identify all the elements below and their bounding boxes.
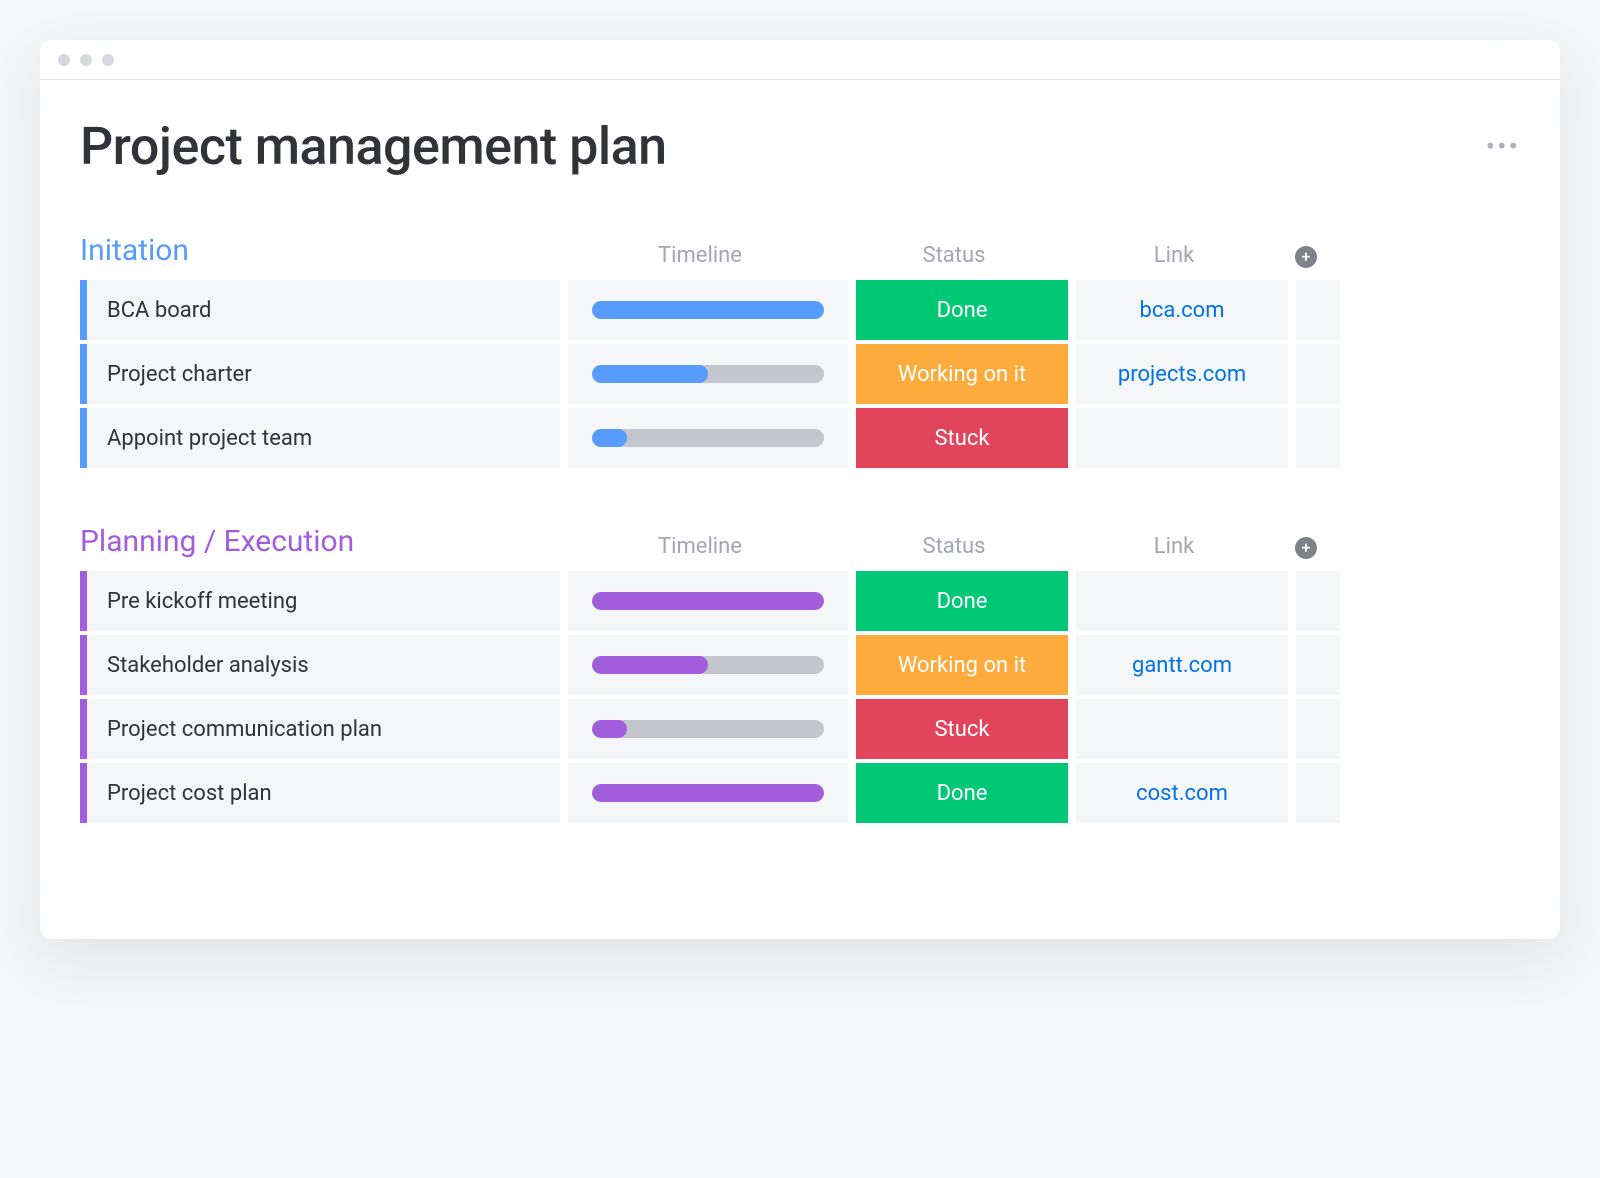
row-end-cell <box>1296 635 1340 695</box>
board-content: Project management plan ••• InitationTim… <box>40 80 1560 939</box>
timeline-fill <box>592 656 708 674</box>
link-anchor[interactable]: cost.com <box>1136 781 1228 806</box>
link-cell[interactable]: bca.com <box>1076 280 1288 340</box>
status-cell[interactable]: Working on it <box>856 344 1068 404</box>
row-end-cell <box>1296 344 1340 404</box>
timeline-track <box>592 429 824 447</box>
item-name-cell[interactable]: Pre kickoff meeting <box>80 571 560 631</box>
item-name: BCA board <box>107 298 211 323</box>
link-cell[interactable] <box>1076 571 1288 631</box>
group-planning-execution: Planning / ExecutionTimelineStatusLink+P… <box>80 524 1520 823</box>
row-end-cell <box>1296 571 1340 631</box>
item-name: Project charter <box>107 362 252 387</box>
group-initation: InitationTimeline Status Link + BCA board Don… <box>80 233 1520 468</box>
link-cell[interactable] <box>1076 699 1288 759</box>
column-header-link[interactable]: Link <box>1068 534 1280 559</box>
group-title[interactable]: Planning / Execution <box>80 524 560 559</box>
link-cell[interactable]: cost.com <box>1076 763 1288 823</box>
status-cell[interactable]: Stuck <box>856 408 1068 468</box>
item-name-cell[interactable]: BCA board <box>80 280 560 340</box>
timeline-cell[interactable] <box>568 635 848 695</box>
timeline-track <box>592 592 824 610</box>
add-column-icon[interactable]: + <box>1295 537 1317 559</box>
link-cell[interactable]: gantt.com <box>1076 635 1288 695</box>
status-label: Working on it <box>898 362 1026 387</box>
timeline-fill <box>592 784 824 802</box>
table-row: Pre kickoff meeting Done <box>80 571 1520 631</box>
board-header: Project management plan ••• <box>80 116 1520 177</box>
timeline-track <box>592 656 824 674</box>
timeline-track <box>592 720 824 738</box>
row-end-cell <box>1296 763 1340 823</box>
link-cell[interactable]: projects.com <box>1076 344 1288 404</box>
item-name: Appoint project team <box>107 426 312 451</box>
table-row: Project communication plan Stuck <box>80 699 1520 759</box>
column-header-timeline[interactable]: Timeline <box>560 534 840 559</box>
add-column-cell: + <box>1280 537 1332 559</box>
status-label: Working on it <box>898 653 1026 678</box>
status-cell[interactable]: Done <box>856 763 1068 823</box>
timeline-cell[interactable] <box>568 344 848 404</box>
status-cell[interactable]: Working on it <box>856 635 1068 695</box>
item-name: Project cost plan <box>107 781 272 806</box>
row-end-cell <box>1296 280 1340 340</box>
item-name: Project communication plan <box>107 717 382 742</box>
status-label: Stuck <box>934 426 989 451</box>
timeline-cell[interactable] <box>568 280 848 340</box>
timeline-track <box>592 365 824 383</box>
table-row: Appoint project team Stuck <box>80 408 1520 468</box>
item-name: Stakeholder analysis <box>107 653 309 678</box>
item-name-cell[interactable]: Project cost plan <box>80 763 560 823</box>
timeline-fill <box>592 301 824 319</box>
item-name-cell[interactable]: Stakeholder analysis <box>80 635 560 695</box>
board-title[interactable]: Project management plan <box>80 116 667 177</box>
item-name-cell[interactable]: Appoint project team <box>80 408 560 468</box>
timeline-cell[interactable] <box>568 408 848 468</box>
window-maximize-button[interactable] <box>102 54 114 66</box>
link-anchor[interactable]: gantt.com <box>1132 653 1232 678</box>
item-name: Pre kickoff meeting <box>107 589 297 614</box>
row-end-cell <box>1296 408 1340 468</box>
link-cell[interactable] <box>1076 408 1288 468</box>
group-header: Planning / ExecutionTimeline Status Link + <box>80 524 1520 559</box>
timeline-cell[interactable] <box>568 571 848 631</box>
board-more-icon[interactable]: ••• <box>1486 130 1520 163</box>
table-row: Project charter Working on it projects.com <box>80 344 1520 404</box>
table-row: Project cost plan Done cost.com <box>80 763 1520 823</box>
status-label: Done <box>937 298 988 323</box>
window-titlebar <box>40 40 1560 80</box>
column-header-status[interactable]: Status <box>848 534 1060 559</box>
timeline-track <box>592 784 824 802</box>
row-end-cell <box>1296 699 1340 759</box>
timeline-fill <box>592 429 627 447</box>
table-row: Stakeholder analysis Working on it gantt.c… <box>80 635 1520 695</box>
app-window: Project management plan ••• InitationTim… <box>40 40 1560 939</box>
table-row: BCA board Done bca.com <box>80 280 1520 340</box>
timeline-cell[interactable] <box>568 699 848 759</box>
status-label: Done <box>937 589 988 614</box>
window-minimize-button[interactable] <box>80 54 92 66</box>
column-header-timeline[interactable]: Timeline <box>560 243 840 268</box>
link-anchor[interactable]: projects.com <box>1118 362 1246 387</box>
column-header-link[interactable]: Link <box>1068 243 1280 268</box>
add-column-icon[interactable]: + <box>1295 246 1317 268</box>
status-cell[interactable]: Done <box>856 280 1068 340</box>
status-cell[interactable]: Done <box>856 571 1068 631</box>
timeline-track <box>592 301 824 319</box>
window-close-button[interactable] <box>58 54 70 66</box>
timeline-fill <box>592 365 708 383</box>
status-cell[interactable]: Stuck <box>856 699 1068 759</box>
group-header: InitationTimeline Status Link + <box>80 233 1520 268</box>
add-column-cell: + <box>1280 246 1332 268</box>
item-name-cell[interactable]: Project communication plan <box>80 699 560 759</box>
item-name-cell[interactable]: Project charter <box>80 344 560 404</box>
timeline-fill <box>592 720 627 738</box>
status-label: Done <box>937 781 988 806</box>
timeline-fill <box>592 592 824 610</box>
status-label: Stuck <box>934 717 989 742</box>
link-anchor[interactable]: bca.com <box>1140 298 1225 323</box>
column-header-status[interactable]: Status <box>848 243 1060 268</box>
group-title[interactable]: Initation <box>80 233 560 268</box>
timeline-cell[interactable] <box>568 763 848 823</box>
